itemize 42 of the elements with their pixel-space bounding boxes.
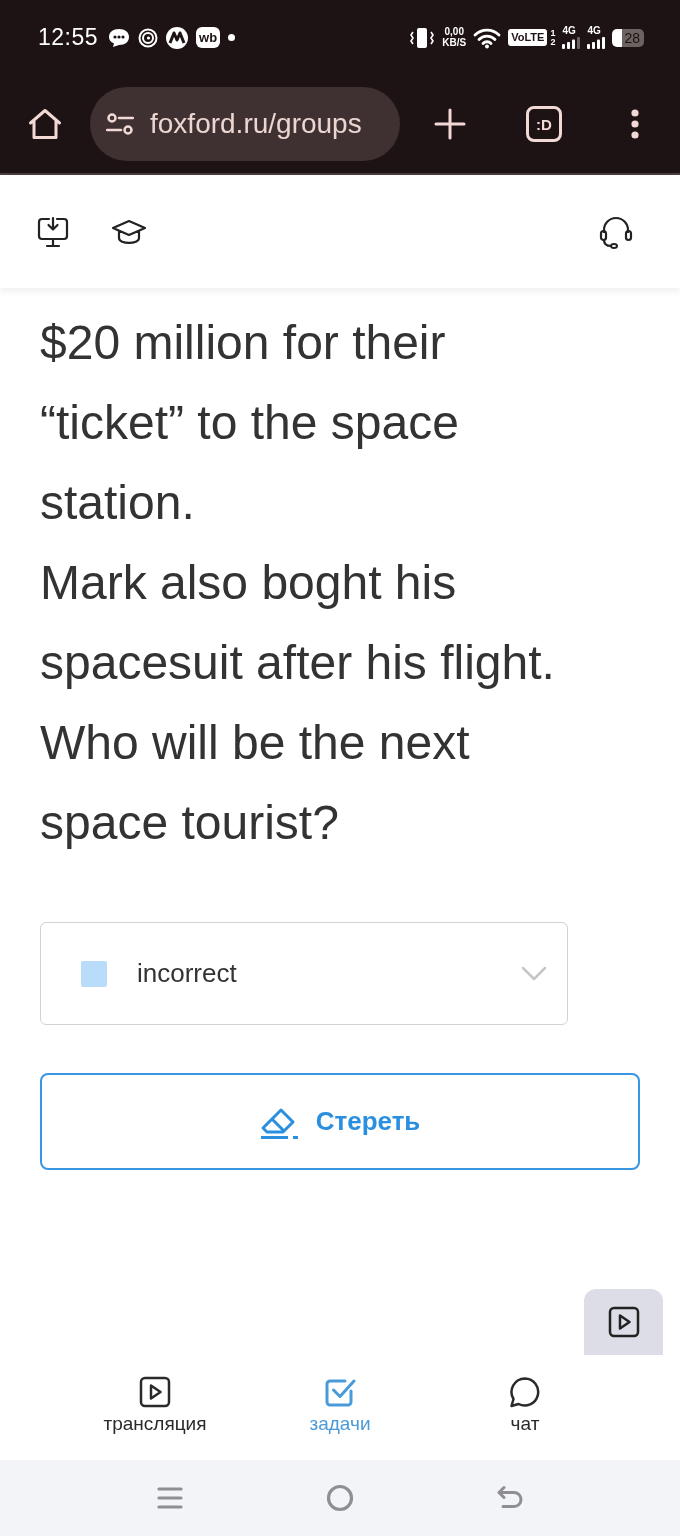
new-tab-plus-icon[interactable]: [434, 108, 466, 140]
home-icon[interactable]: [28, 108, 62, 140]
app-notification-badge: wb: [196, 27, 221, 48]
spiral-icon: [138, 27, 159, 48]
signal-bars-icon: [587, 37, 606, 49]
notification-dot-icon: [228, 34, 236, 41]
network-speed-unit: KB/S: [442, 37, 467, 48]
volte-badge: VoLTE: [508, 29, 548, 46]
video-panel-button[interactable]: [584, 1289, 663, 1355]
square-swatch-icon: [81, 960, 107, 987]
site-settings-icon[interactable]: [106, 112, 134, 136]
sim-slot-number: 2: [550, 37, 556, 47]
nav-tab[interactable]: трансляция: [62, 1355, 248, 1460]
more-menu-icon[interactable]: [631, 109, 639, 139]
vibrate-icon: [409, 26, 436, 49]
signal-bars-icon: [562, 37, 581, 49]
speech-bubble-icon: [509, 1376, 541, 1408]
passage-text: Who will be the next space tourist?: [40, 715, 471, 851]
clock-time: 12:55: [38, 24, 99, 51]
network-speed-value: 0,00: [444, 27, 464, 38]
home-circle-icon[interactable]: [326, 1484, 354, 1512]
circle-logo-icon: [166, 26, 189, 49]
sim-slot-number: 1: [550, 28, 556, 38]
graduation-cap-icon[interactable]: [111, 218, 147, 245]
network-type-label: 4G: [587, 26, 601, 36]
play-square-icon: [139, 1376, 171, 1408]
back-icon[interactable]: [496, 1485, 524, 1511]
url-field[interactable]: foxford.ru/groups: [90, 87, 400, 161]
chevron-down-icon: [521, 966, 547, 981]
battery-indicator: 28: [612, 28, 644, 47]
play-square-icon: [607, 1306, 640, 1338]
passage-text: $20 million for their “ticket” to the space station.: [40, 315, 460, 531]
recent-apps-menu-icon[interactable]: [157, 1486, 183, 1510]
answer-dropdown[interactable]: incorrect: [40, 922, 568, 1025]
passage-text: Mark also boght his spacesuit after his flight.: [40, 555, 556, 691]
wifi-icon: [473, 26, 502, 49]
headset-icon[interactable]: [599, 214, 633, 249]
monitor-download-icon[interactable]: [37, 215, 69, 248]
network-type-label: 4G: [562, 26, 576, 36]
tab-switcher-button[interactable]: :D: [526, 106, 562, 142]
nav-tab[interactable]: чат: [432, 1355, 618, 1460]
chat-bubble-icon: [108, 27, 131, 48]
